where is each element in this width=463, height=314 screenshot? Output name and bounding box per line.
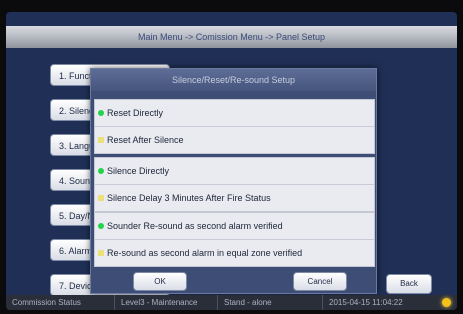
- option-resound-equal-zone[interactable]: Re-sound as second alarm in equal zone v…: [95, 239, 374, 266]
- status-commission: Commission Status: [6, 295, 115, 310]
- option-reset-directly[interactable]: Reset Directly: [95, 100, 374, 126]
- option-silence-delay[interactable]: Silence Delay 3 Minutes After Fire Statu…: [95, 184, 374, 211]
- selected-indicator-icon: [98, 223, 104, 229]
- status-indicator-icon: [442, 298, 451, 307]
- option-label: Re-sound as second alarm in equal zone v…: [107, 248, 303, 258]
- option-sounder-resound[interactable]: Sounder Re-sound as second alarm verifie…: [95, 213, 374, 239]
- status-datetime: 2015-04-15 11:04:22: [329, 298, 403, 307]
- unselected-indicator-icon: [98, 250, 104, 256]
- option-label: Silence Delay 3 Minutes After Fire Statu…: [107, 193, 271, 203]
- unselected-indicator-icon: [98, 137, 104, 143]
- silence-reset-dialog: Silence/Reset/Re-sound Setup Reset Direc…: [90, 68, 377, 294]
- back-button[interactable]: Back: [386, 274, 432, 294]
- option-silence-directly[interactable]: Silence Directly: [95, 158, 374, 184]
- option-reset-after-silence[interactable]: Reset After Silence: [95, 126, 374, 153]
- reset-option-group: Reset Directly Reset After Silence: [94, 99, 375, 154]
- panel-screen: Main Menu -> Comission Menu -> Panel Set…: [6, 12, 457, 310]
- selected-indicator-icon: [98, 168, 104, 174]
- status-mode: Stand - alone: [218, 295, 323, 310]
- option-label: Reset After Silence: [107, 135, 184, 145]
- option-label: Sounder Re-sound as second alarm verifie…: [107, 221, 283, 231]
- ok-button[interactable]: OK: [133, 272, 187, 291]
- status-access-level: Level3 - Maintenance: [115, 295, 218, 310]
- resound-option-group: Sounder Re-sound as second alarm verifie…: [94, 212, 375, 267]
- silence-option-group: Silence Directly Silence Delay 3 Minutes…: [94, 157, 375, 212]
- option-label: Reset Directly: [107, 108, 164, 118]
- dialog-title: Silence/Reset/Re-sound Setup: [91, 69, 376, 91]
- unselected-indicator-icon: [98, 195, 104, 201]
- option-label: Silence Directly: [107, 166, 170, 176]
- page-title: Main Menu -> Comission Menu -> Panel Set…: [6, 26, 457, 48]
- cancel-button[interactable]: Cancel: [293, 272, 347, 291]
- selected-indicator-icon: [98, 110, 104, 116]
- status-bar: Commission Status Level3 - Maintenance S…: [6, 295, 457, 310]
